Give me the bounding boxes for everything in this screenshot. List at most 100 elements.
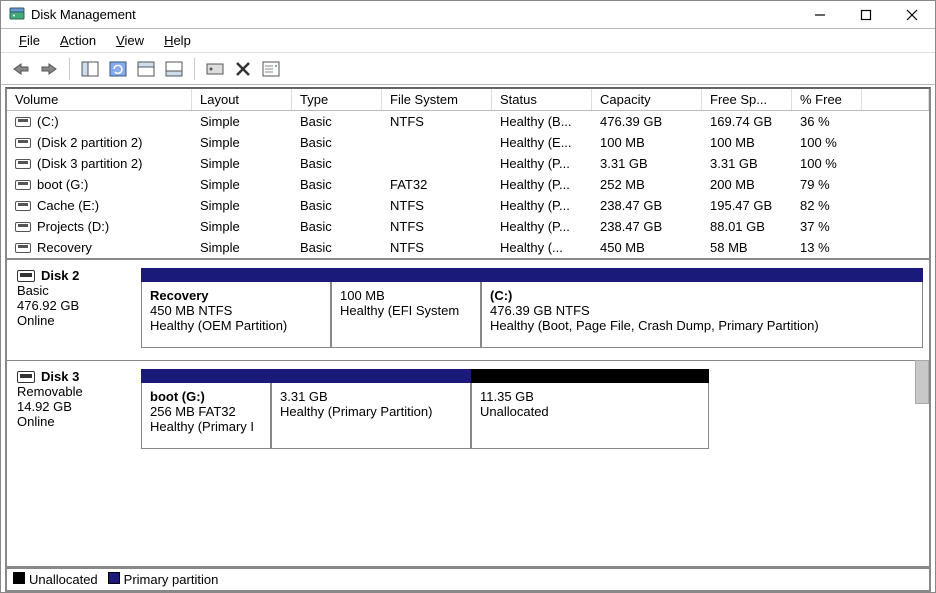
disk3-partitions: boot (G:) 256 MB FAT32 Healthy (Primary … xyxy=(137,361,929,461)
volume-filesystem: NTFS xyxy=(382,237,492,258)
menubar: File Action View Help xyxy=(1,29,935,53)
volume-filesystem xyxy=(382,153,492,174)
partition-status: Healthy (Primary Partition) xyxy=(280,404,462,419)
menu-help[interactable]: Help xyxy=(154,29,201,52)
volume-freespace: 169.74 GB xyxy=(702,111,792,132)
col-header-spacer xyxy=(862,89,929,110)
volume-icon xyxy=(15,159,31,169)
disk-row-disk2[interactable]: Disk 2 Basic 476.92 GB Online Recovery 4… xyxy=(7,260,929,360)
volume-filesystem: FAT32 xyxy=(382,174,492,195)
legend: Unallocated Primary partition xyxy=(5,568,931,592)
volume-filesystem: NTFS xyxy=(382,216,492,237)
volume-filesystem xyxy=(382,132,492,153)
partition-status: Healthy (EFI System xyxy=(340,303,472,318)
properties-button[interactable] xyxy=(259,57,283,81)
menu-view[interactable]: View xyxy=(106,29,154,52)
partition-strip xyxy=(141,369,271,383)
volume-status: Healthy (P... xyxy=(492,174,592,195)
volume-status: Healthy (P... xyxy=(492,216,592,237)
volume-row[interactable]: (C:)SimpleBasicNTFSHealthy (B...476.39 G… xyxy=(7,111,929,132)
main-area: Volume Layout Type File System Status Ca… xyxy=(5,87,931,568)
back-button[interactable] xyxy=(9,57,33,81)
partition-name: Recovery xyxy=(150,288,322,303)
volume-list-body: (C:)SimpleBasicNTFSHealthy (B...476.39 G… xyxy=(7,111,929,258)
minimize-button[interactable] xyxy=(797,1,843,29)
partition-size: 476.39 GB NTFS xyxy=(490,303,914,318)
col-header-type[interactable]: Type xyxy=(292,89,382,110)
volume-capacity: 476.39 GB xyxy=(592,111,702,132)
volume-icon xyxy=(15,117,31,127)
volume-layout: Simple xyxy=(192,153,292,174)
volume-capacity: 238.47 GB xyxy=(592,195,702,216)
volume-row[interactable]: boot (G:)SimpleBasicFAT32Healthy (P...25… xyxy=(7,174,929,195)
settings-bottom-button[interactable] xyxy=(162,57,186,81)
volume-type: Basic xyxy=(292,237,382,258)
col-header-capacity[interactable]: Capacity xyxy=(592,89,702,110)
forward-button[interactable] xyxy=(37,57,61,81)
volume-freespace: 100 MB xyxy=(702,132,792,153)
disk-type: Removable xyxy=(17,384,127,399)
volume-pctfree: 79 % xyxy=(792,174,862,195)
partition-efi[interactable]: 100 MB Healthy (EFI System xyxy=(331,268,481,348)
volume-filesystem: NTFS xyxy=(382,111,492,132)
close-button[interactable] xyxy=(889,1,935,29)
volume-row[interactable]: (Disk 3 partition 2)SimpleBasicHealthy (… xyxy=(7,153,929,174)
refresh-button[interactable] xyxy=(106,57,130,81)
volume-capacity: 252 MB xyxy=(592,174,702,195)
volume-name: (Disk 3 partition 2) xyxy=(37,156,142,171)
delete-button[interactable] xyxy=(231,57,255,81)
partition-size: 256 MB FAT32 xyxy=(150,404,262,419)
partition-strip xyxy=(271,369,471,383)
disk-row-disk3[interactable]: Disk 3 Removable 14.92 GB Online boot (G… xyxy=(7,360,929,461)
help-button[interactable] xyxy=(203,57,227,81)
volume-name: Recovery xyxy=(37,240,92,255)
volume-pctfree: 37 % xyxy=(792,216,862,237)
volume-layout: Simple xyxy=(192,216,292,237)
partition-d3p2[interactable]: 3.31 GB Healthy (Primary Partition) xyxy=(271,369,471,449)
menu-file[interactable]: File xyxy=(9,29,50,52)
toolbar-sep xyxy=(69,58,70,80)
volume-row[interactable]: RecoverySimpleBasicNTFSHealthy (...450 M… xyxy=(7,237,929,258)
partition-c[interactable]: (C:) 476.39 GB NTFS Healthy (Boot, Page … xyxy=(481,268,923,348)
col-header-layout[interactable]: Layout xyxy=(192,89,292,110)
settings-top-button[interactable] xyxy=(134,57,158,81)
volume-layout: Simple xyxy=(192,132,292,153)
volume-row[interactable]: Cache (E:)SimpleBasicNTFSHealthy (P...23… xyxy=(7,195,929,216)
volume-type: Basic xyxy=(292,195,382,216)
volume-name: Projects (D:) xyxy=(37,219,109,234)
partition-status: Unallocated xyxy=(480,404,700,419)
partition-size: 450 MB NTFS xyxy=(150,303,322,318)
volume-capacity: 450 MB xyxy=(592,237,702,258)
menu-action[interactable]: Action xyxy=(50,29,106,52)
partition-unallocated[interactable]: 11.35 GB Unallocated xyxy=(471,369,709,449)
partition-boot[interactable]: boot (G:) 256 MB FAT32 Healthy (Primary … xyxy=(141,369,271,449)
volume-pctfree: 100 % xyxy=(792,132,862,153)
partition-name: (C:) xyxy=(490,288,914,303)
volume-name: Cache (E:) xyxy=(37,198,99,213)
maximize-button[interactable] xyxy=(843,1,889,29)
show-hide-console-tree-button[interactable] xyxy=(78,57,102,81)
legend-primary: Primary partition xyxy=(108,572,219,587)
col-header-filesystem[interactable]: File System xyxy=(382,89,492,110)
col-header-volume[interactable]: Volume xyxy=(7,89,192,110)
disk-name: Disk 3 xyxy=(41,369,79,384)
volume-layout: Simple xyxy=(192,174,292,195)
col-header-pctfree[interactable]: % Free xyxy=(792,89,862,110)
volume-name: (Disk 2 partition 2) xyxy=(37,135,142,150)
col-header-freespace[interactable]: Free Sp... xyxy=(702,89,792,110)
volume-icon xyxy=(15,138,31,148)
volume-freespace: 200 MB xyxy=(702,174,792,195)
partition-size: 100 MB xyxy=(340,288,472,303)
scrollbar[interactable] xyxy=(911,260,929,566)
partition-recovery[interactable]: Recovery 450 MB NTFS Healthy (OEM Partit… xyxy=(141,268,331,348)
partition-strip xyxy=(331,268,481,282)
col-header-status[interactable]: Status xyxy=(492,89,592,110)
partition-name: boot (G:) xyxy=(150,389,262,404)
volume-type: Basic xyxy=(292,132,382,153)
volume-pctfree: 100 % xyxy=(792,153,862,174)
disk-icon xyxy=(17,270,35,282)
disk-label-disk3: Disk 3 Removable 14.92 GB Online xyxy=(7,361,137,461)
volume-row[interactable]: (Disk 2 partition 2)SimpleBasicHealthy (… xyxy=(7,132,929,153)
volume-pctfree: 82 % xyxy=(792,195,862,216)
volume-row[interactable]: Projects (D:)SimpleBasicNTFSHealthy (P..… xyxy=(7,216,929,237)
